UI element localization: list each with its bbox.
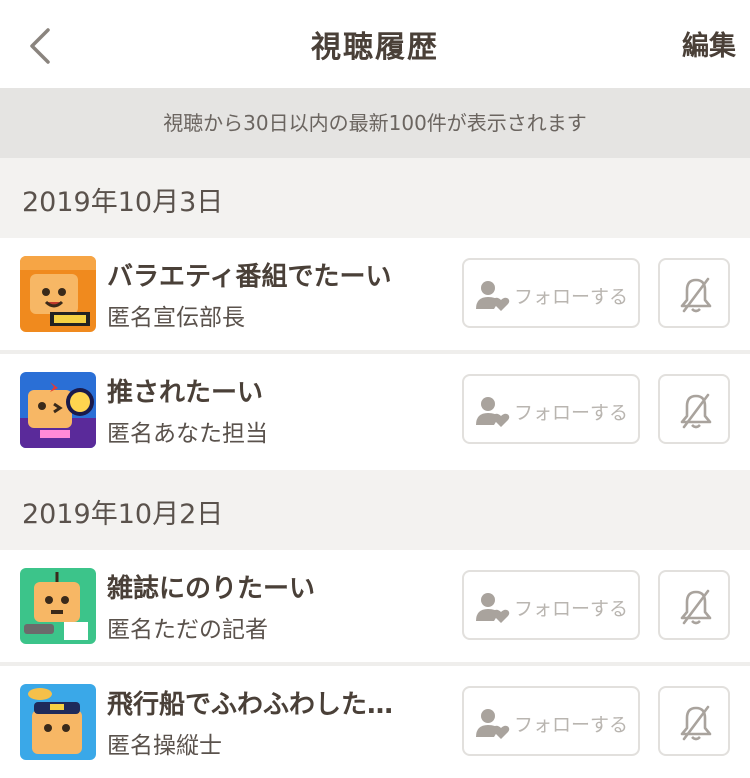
- date-header: 2019年10月2日: [0, 470, 750, 550]
- history-notice: 視聴から30日以内の最新100件が表示されます: [0, 88, 750, 158]
- follow-button[interactable]: フォローする: [462, 570, 640, 640]
- page-title: 視聴履歴: [311, 30, 439, 65]
- item-title[interactable]: バラエティ番組でたーい: [107, 256, 447, 293]
- person-heart-icon: [476, 397, 510, 427]
- notification-toggle[interactable]: [658, 374, 730, 444]
- item-title[interactable]: 推されたーい: [107, 372, 447, 409]
- follow-label: フォローする: [514, 402, 629, 424]
- item-author: 匿名操縦士: [107, 733, 222, 759]
- person-heart-icon: [476, 281, 510, 311]
- channel-thumbnail[interactable]: [20, 684, 96, 760]
- date-label: 2019年10月2日: [22, 499, 224, 530]
- notification-toggle[interactable]: [658, 686, 730, 756]
- channel-thumbnail[interactable]: [20, 372, 96, 448]
- bell-muted-icon: [680, 277, 712, 313]
- follow-label: フォローする: [514, 714, 629, 736]
- history-item[interactable]: 雑誌にのりたーい 匿名ただの記者 フォローする: [0, 550, 750, 662]
- item-author: 匿名あなた担当: [107, 421, 268, 447]
- person-heart-icon: [476, 593, 510, 623]
- date-header: 2019年10月3日: [0, 158, 750, 238]
- notification-toggle[interactable]: [658, 258, 730, 328]
- follow-button[interactable]: フォローする: [462, 686, 640, 756]
- follow-button[interactable]: フォローする: [462, 258, 640, 328]
- notification-toggle[interactable]: [658, 570, 730, 640]
- follow-label: フォローする: [514, 598, 629, 620]
- item-author: 匿名宣伝部長: [107, 305, 245, 331]
- item-title[interactable]: 雑誌にのりたーい: [107, 568, 447, 605]
- follow-button[interactable]: フォローする: [462, 374, 640, 444]
- channel-thumbnail[interactable]: [20, 256, 96, 332]
- history-item[interactable]: 推されたーい 匿名あなた担当 フォローする: [0, 354, 750, 466]
- item-title[interactable]: 飛行船でふわふわした…: [107, 684, 447, 721]
- bell-muted-icon: [680, 393, 712, 429]
- bell-muted-icon: [680, 705, 712, 741]
- history-item[interactable]: 飛行船でふわふわした… 匿名操縦士 フォローする: [0, 666, 750, 778]
- bell-muted-icon: [680, 589, 712, 625]
- channel-thumbnail[interactable]: [20, 568, 96, 644]
- follow-label: フォローする: [514, 286, 629, 308]
- history-item[interactable]: バラエティ番組でたーい 匿名宣伝部長 フォローする: [0, 238, 750, 350]
- edit-button[interactable]: 編集: [682, 24, 736, 63]
- person-heart-icon: [476, 709, 510, 739]
- date-label: 2019年10月3日: [22, 187, 224, 218]
- item-author: 匿名ただの記者: [107, 617, 268, 643]
- app-header: 視聴履歴 編集: [0, 0, 750, 88]
